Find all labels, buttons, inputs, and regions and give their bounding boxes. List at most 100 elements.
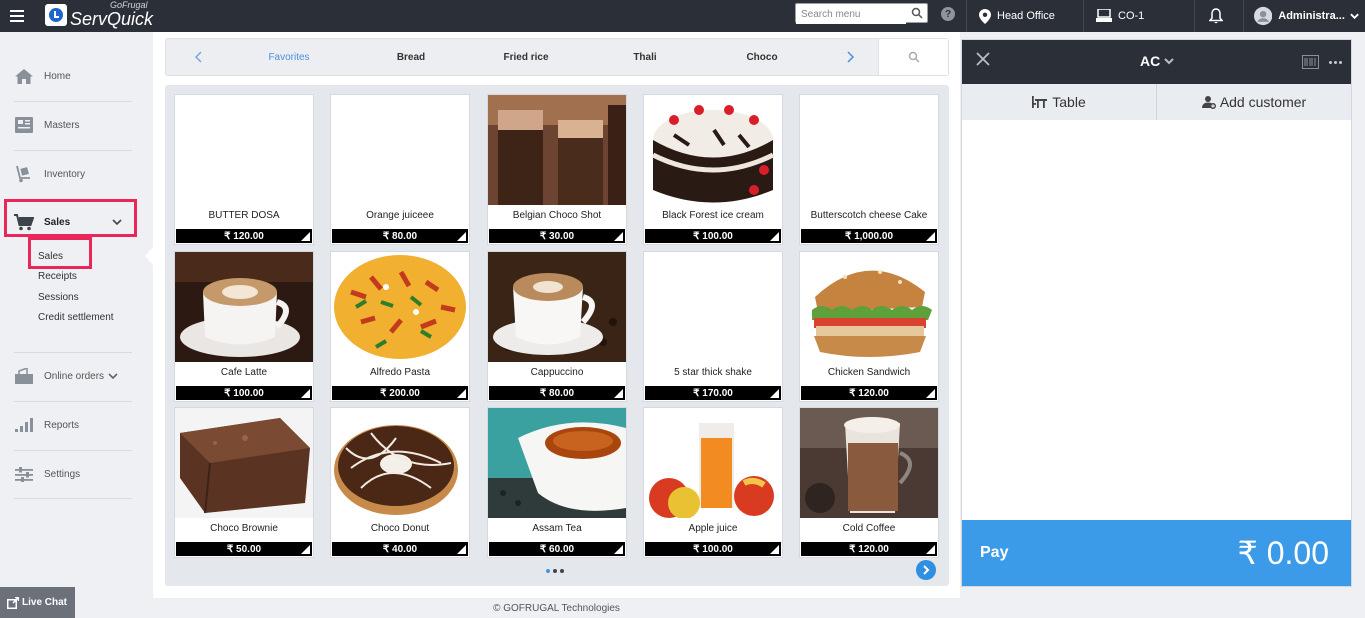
sidebar-item-settings[interactable]: Settings — [14, 461, 132, 487]
item-card-assam-tea[interactable]: Assam Tea ₹ 60.00 — [487, 407, 627, 558]
sidebar-item-label: Online orders — [44, 370, 105, 382]
table-button[interactable]: Table — [962, 84, 1156, 120]
cold-coffee-image — [800, 408, 938, 518]
more-options-icon[interactable] — [1329, 61, 1342, 64]
item-name: Apple juice — [688, 523, 738, 534]
item-price: ₹ 100.00 — [645, 229, 781, 243]
item-price: ₹ 40.00 — [332, 542, 468, 556]
sub-item-credit-settlement[interactable]: Credit settlement — [38, 312, 114, 323]
sidebar-item-label: Sales — [44, 216, 71, 228]
category-prev-icon[interactable] — [188, 47, 208, 67]
app-logo[interactable]: GoFrugal ServQuick — [45, 0, 153, 29]
pay-button[interactable]: Pay ₹ 0.00 — [962, 520, 1351, 586]
sub-item-sessions[interactable]: Sessions — [38, 292, 79, 303]
bell-icon — [1208, 8, 1223, 24]
item-card-orange-juice[interactable]: Orange juiceee ₹ 80.00 — [330, 94, 470, 245]
sidebar-item-sales[interactable]: Sales — [14, 209, 132, 235]
item-card-5-star-thick-shake[interactable]: 5 star thick shake ₹ 170.00 — [643, 251, 783, 402]
item-card-butterscotch-cheese-cake[interactable]: Butterscotch cheese Cake ₹ 1,000.00 — [799, 94, 939, 245]
sub-item-sales[interactable]: Sales — [38, 251, 63, 262]
close-icon[interactable] — [976, 52, 990, 66]
next-page-button[interactable] — [916, 560, 936, 580]
item-name: Belgian Choco Shot — [512, 210, 602, 221]
pay-label: Pay — [980, 544, 1009, 561]
menu-icon[interactable] — [0, 0, 34, 32]
sidebar-item-reports[interactable]: Reports — [14, 412, 132, 438]
item-price: ₹ 1,000.00 — [801, 229, 937, 243]
divider — [14, 101, 132, 102]
tab-favorites[interactable]: Favorites — [254, 39, 324, 75]
masters-icon — [14, 117, 34, 133]
pos-terminal-icon — [1096, 9, 1112, 22]
category-bar: Favorites Bread Fried rice Thali Choco — [165, 38, 949, 76]
item-card-apple-juice[interactable]: Apple juice ₹ 100.00 — [643, 407, 783, 558]
item-card-chicken-sandwich[interactable]: Chicken Sandwich ₹ 120.00 — [799, 251, 939, 402]
item-price: ₹ 80.00 — [489, 386, 625, 400]
live-chat-label: Live Chat — [22, 597, 68, 608]
search-icon — [908, 51, 920, 63]
item-card-cold-coffee[interactable]: Cold Coffee ₹ 120.00 — [799, 407, 939, 558]
item-name: Choco Donut — [370, 523, 430, 534]
location-selector[interactable]: Head Office — [966, 0, 1082, 32]
user-menu[interactable]: Administra... — [1243, 0, 1365, 32]
sidebar-item-label: Reports — [44, 419, 80, 431]
live-chat-button[interactable]: Live Chat — [0, 587, 75, 618]
divider — [14, 450, 132, 451]
chevron-right-icon — [923, 565, 930, 575]
choco-brownie-image — [175, 408, 313, 518]
sub-item-receipts[interactable]: Receipts — [38, 271, 77, 282]
assam-tea-image — [488, 408, 626, 518]
item-card-choco-brownie[interactable]: Choco Brownie ₹ 50.00 — [174, 407, 314, 558]
divider — [14, 401, 132, 402]
item-card-belgian-choco-shot[interactable]: Belgian Choco Shot ₹ 30.00 — [487, 94, 627, 245]
sidebar-item-label: Masters — [44, 119, 80, 131]
chicken-sandwich-image — [800, 252, 938, 362]
add-customer-button[interactable]: Add customer — [1156, 84, 1351, 120]
item-card-alfredo-pasta[interactable]: Alfredo Pasta ₹ 200.00 — [330, 251, 470, 402]
chevron-down-icon — [112, 219, 122, 226]
item-price: ₹ 170.00 — [645, 386, 781, 400]
item-card-cappuccino[interactable]: Cappuccino ₹ 80.00 — [487, 251, 627, 402]
item-price: ₹ 60.00 — [489, 542, 625, 556]
search-input[interactable] — [796, 5, 906, 24]
tab-fried-rice[interactable]: Fried rice — [491, 39, 561, 75]
pagination-dots[interactable] — [546, 569, 564, 573]
item-name: Assam Tea — [532, 523, 582, 534]
notifications-button[interactable] — [1194, 0, 1242, 32]
item-price: ₹ 120.00 — [801, 386, 937, 400]
tab-bread[interactable]: Bread — [376, 39, 446, 75]
table-label: Table — [1052, 94, 1086, 110]
sidebar-item-inventory[interactable]: Inventory — [14, 161, 132, 187]
sidebar-item-home[interactable]: Home — [14, 63, 132, 89]
help-icon[interactable]: ? — [941, 7, 955, 21]
category-next-icon[interactable] — [841, 47, 861, 67]
cafe-latte-image — [175, 252, 313, 362]
item-card-butter-dosa[interactable]: BUTTER DOSA ₹ 120.00 — [174, 94, 314, 245]
user-name: Administra... — [1278, 10, 1345, 22]
sidebar-item-label: Home — [44, 70, 71, 82]
black-forest-cake-image — [644, 95, 782, 205]
item-card-choco-donut[interactable]: Choco Donut ₹ 40.00 — [330, 407, 470, 558]
search-icon[interactable] — [911, 7, 923, 19]
tab-thali[interactable]: Thali — [610, 39, 680, 75]
order-mode-selector[interactable]: AC — [1140, 53, 1174, 69]
counter-label: CO-1 — [1118, 10, 1145, 22]
alfredo-pasta-image — [331, 252, 469, 362]
item-card-black-forest-ice-cream[interactable]: Black Forest ice cream ₹ 100.00 — [643, 94, 783, 245]
barcode-scan-icon[interactable] — [1302, 55, 1319, 69]
sidebar-item-masters[interactable]: Masters — [14, 112, 132, 138]
order-panel: AC Table Add customer Pay ₹ 0.00 — [961, 39, 1352, 587]
sidebar: Home Masters Inventory Sales Sales Recei… — [0, 32, 153, 618]
settings-icon — [14, 466, 34, 482]
order-mode-label: AC — [1140, 53, 1161, 69]
category-search-button[interactable] — [878, 39, 948, 75]
belgian-choco-shot-image — [488, 95, 626, 205]
counter-selector[interactable]: CO-1 — [1083, 0, 1193, 32]
divider — [14, 352, 132, 353]
cappuccino-image — [488, 252, 626, 362]
item-name: 5 star thick shake — [674, 367, 752, 378]
tab-choco[interactable]: Choco — [727, 39, 797, 75]
item-price: ₹ 100.00 — [176, 386, 312, 400]
sidebar-item-online-orders[interactable]: Online orders — [14, 363, 132, 389]
item-card-cafe-latte[interactable]: Cafe Latte ₹ 100.00 — [174, 251, 314, 402]
